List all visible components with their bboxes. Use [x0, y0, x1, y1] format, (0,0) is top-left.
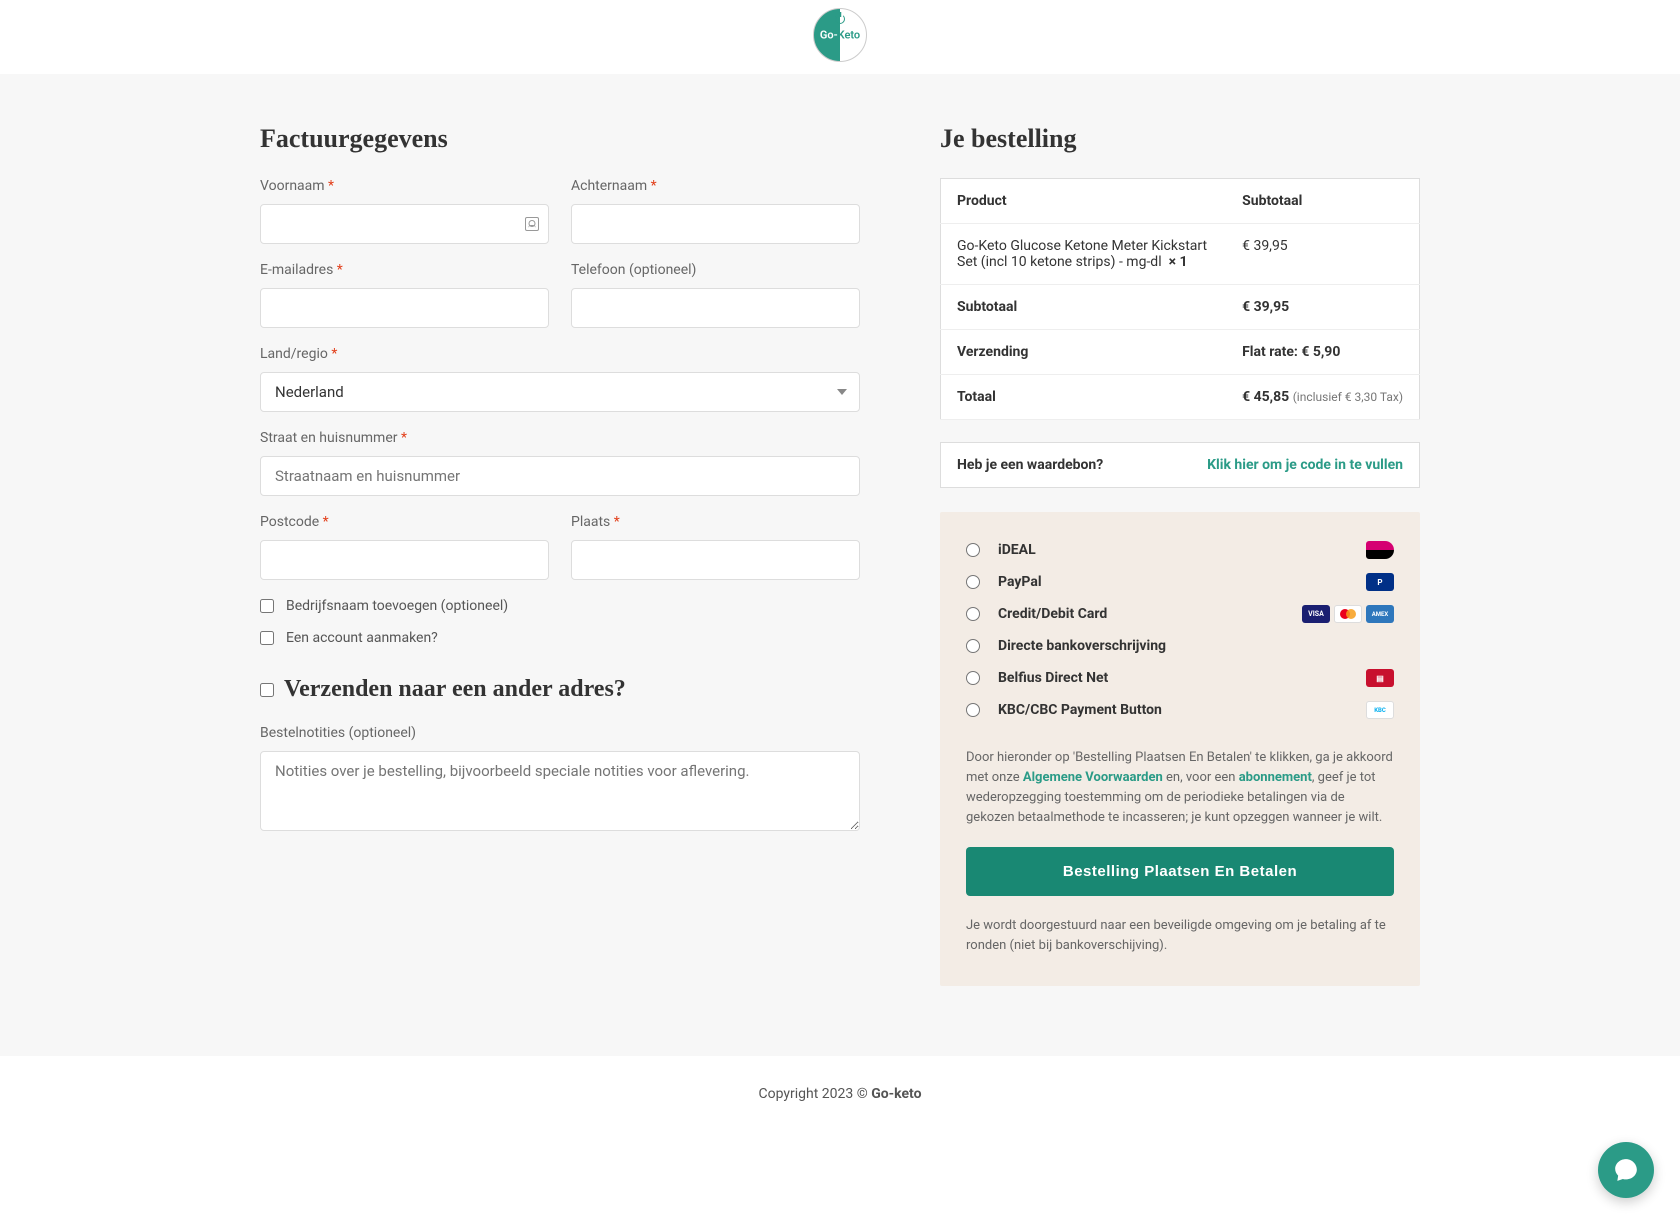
th-subtotal: Subtotaal [1226, 179, 1419, 224]
paypal-icon: P [1366, 573, 1394, 591]
chat-button[interactable] [1598, 1142, 1654, 1198]
terms-text: Door hieronder op 'Bestelling Plaatsen E… [966, 748, 1394, 829]
chat-icon [1613, 1157, 1639, 1183]
company-checkbox-label: Bedrijfsnaam toevoegen (optioneel) [286, 598, 508, 614]
order-notes-textarea[interactable] [260, 751, 860, 831]
city-label: Plaats * [571, 514, 860, 530]
payment-option-card[interactable]: Credit/Debit Card VISA AMEX [966, 598, 1394, 630]
mastercard-icon [1334, 605, 1362, 623]
power-icon [835, 14, 845, 24]
payment-option-banktransfer[interactable]: Directe bankoverschrijving [966, 630, 1394, 662]
last-name-input[interactable] [571, 204, 860, 244]
shipping-label: Verzending [941, 330, 1227, 375]
notes-label: Bestelnotities (optioneel) [260, 725, 860, 741]
terms-link[interactable]: Algemene Voorwaarden [1023, 770, 1163, 785]
subtotal-label: Subtotaal [941, 285, 1227, 330]
billing-section: Factuurgegevens Voornaam * Achternaam * … [260, 124, 860, 986]
subtotal-value: € 39,95 [1226, 285, 1419, 330]
radio-card[interactable] [966, 607, 980, 621]
city-input[interactable] [571, 540, 860, 580]
radio-kbc[interactable] [966, 703, 980, 717]
order-item-name: Go-Keto Glucose Ketone Meter Kickstart S… [941, 224, 1227, 285]
first-name-label: Voornaam * [260, 178, 549, 194]
phone-label: Telefoon (optioneel) [571, 262, 860, 278]
order-item-price: € 39,95 [1226, 224, 1419, 285]
radio-belfius[interactable] [966, 671, 980, 685]
phone-input[interactable] [571, 288, 860, 328]
payment-option-paypal[interactable]: PayPal P [966, 566, 1394, 598]
postcode-input[interactable] [260, 540, 549, 580]
coupon-box: Heb je een waardebon? Klik hier om je co… [940, 442, 1420, 488]
payment-option-belfius[interactable]: Belfius Direct Net ▤ [966, 662, 1394, 694]
country-select[interactable]: Nederland [260, 372, 860, 412]
payment-box: iDEAL PayPal P Credit/Debit Card VISA AM… [940, 512, 1420, 986]
create-account-checkbox[interactable] [260, 631, 274, 645]
street-input[interactable] [260, 456, 860, 496]
amex-icon: AMEX [1366, 605, 1394, 623]
order-title: Je bestelling [940, 124, 1420, 154]
coupon-question: Heb je een waardebon? [957, 457, 1103, 473]
last-name-label: Achternaam * [571, 178, 860, 194]
order-item-row: Go-Keto Glucose Ketone Meter Kickstart S… [941, 224, 1420, 285]
brand-logo[interactable]: Go-Keto [813, 8, 867, 62]
th-product: Product [941, 179, 1227, 224]
country-label: Land/regio * [260, 346, 860, 362]
payment-option-ideal[interactable]: iDEAL [966, 534, 1394, 566]
coupon-link[interactable]: Klik hier om je code in te vullen [1207, 457, 1403, 473]
billing-title: Factuurgegevens [260, 124, 860, 154]
radio-banktransfer[interactable] [966, 639, 980, 653]
order-summary-section: Je bestelling Product Subtotaal Go-Keto … [940, 124, 1420, 986]
subscription-link[interactable]: abonnement [1239, 770, 1312, 785]
company-checkbox[interactable] [260, 599, 274, 613]
create-account-label: Een account aanmaken? [286, 630, 438, 646]
email-label: E-mailadres * [260, 262, 549, 278]
kbc-icon: KBC [1366, 701, 1394, 719]
radio-ideal[interactable] [966, 543, 980, 557]
payment-option-kbc[interactable]: KBC/CBC Payment Button KBC [966, 694, 1394, 726]
ship-different-checkbox[interactable] [260, 683, 274, 697]
radio-paypal[interactable] [966, 575, 980, 589]
place-order-button[interactable]: Bestelling Plaatsen En Betalen [966, 847, 1394, 896]
street-label: Straat en huisnummer * [260, 430, 860, 446]
total-label: Totaal [941, 375, 1227, 420]
first-name-input[interactable] [260, 204, 549, 244]
page-footer: Copyright 2023 © Go-keto [0, 1056, 1680, 1132]
redirect-note: Je wordt doorgestuurd naar een beveiligd… [966, 916, 1394, 956]
visa-icon: VISA [1302, 605, 1330, 623]
email-input[interactable] [260, 288, 549, 328]
postcode-label: Postcode * [260, 514, 549, 530]
belfius-icon: ▤ [1366, 669, 1394, 687]
page-header: Go-Keto [0, 0, 1680, 74]
ship-different-heading: Verzenden naar een ander adres? [284, 676, 626, 703]
ideal-icon [1366, 541, 1394, 559]
total-value: € 45,85 (inclusief € 3,30 Tax) [1226, 375, 1419, 420]
brand-name: Go-Keto [820, 29, 860, 42]
order-table: Product Subtotaal Go-Keto Glucose Ketone… [940, 178, 1420, 420]
shipping-value: Flat rate: € 5,90 [1226, 330, 1419, 375]
